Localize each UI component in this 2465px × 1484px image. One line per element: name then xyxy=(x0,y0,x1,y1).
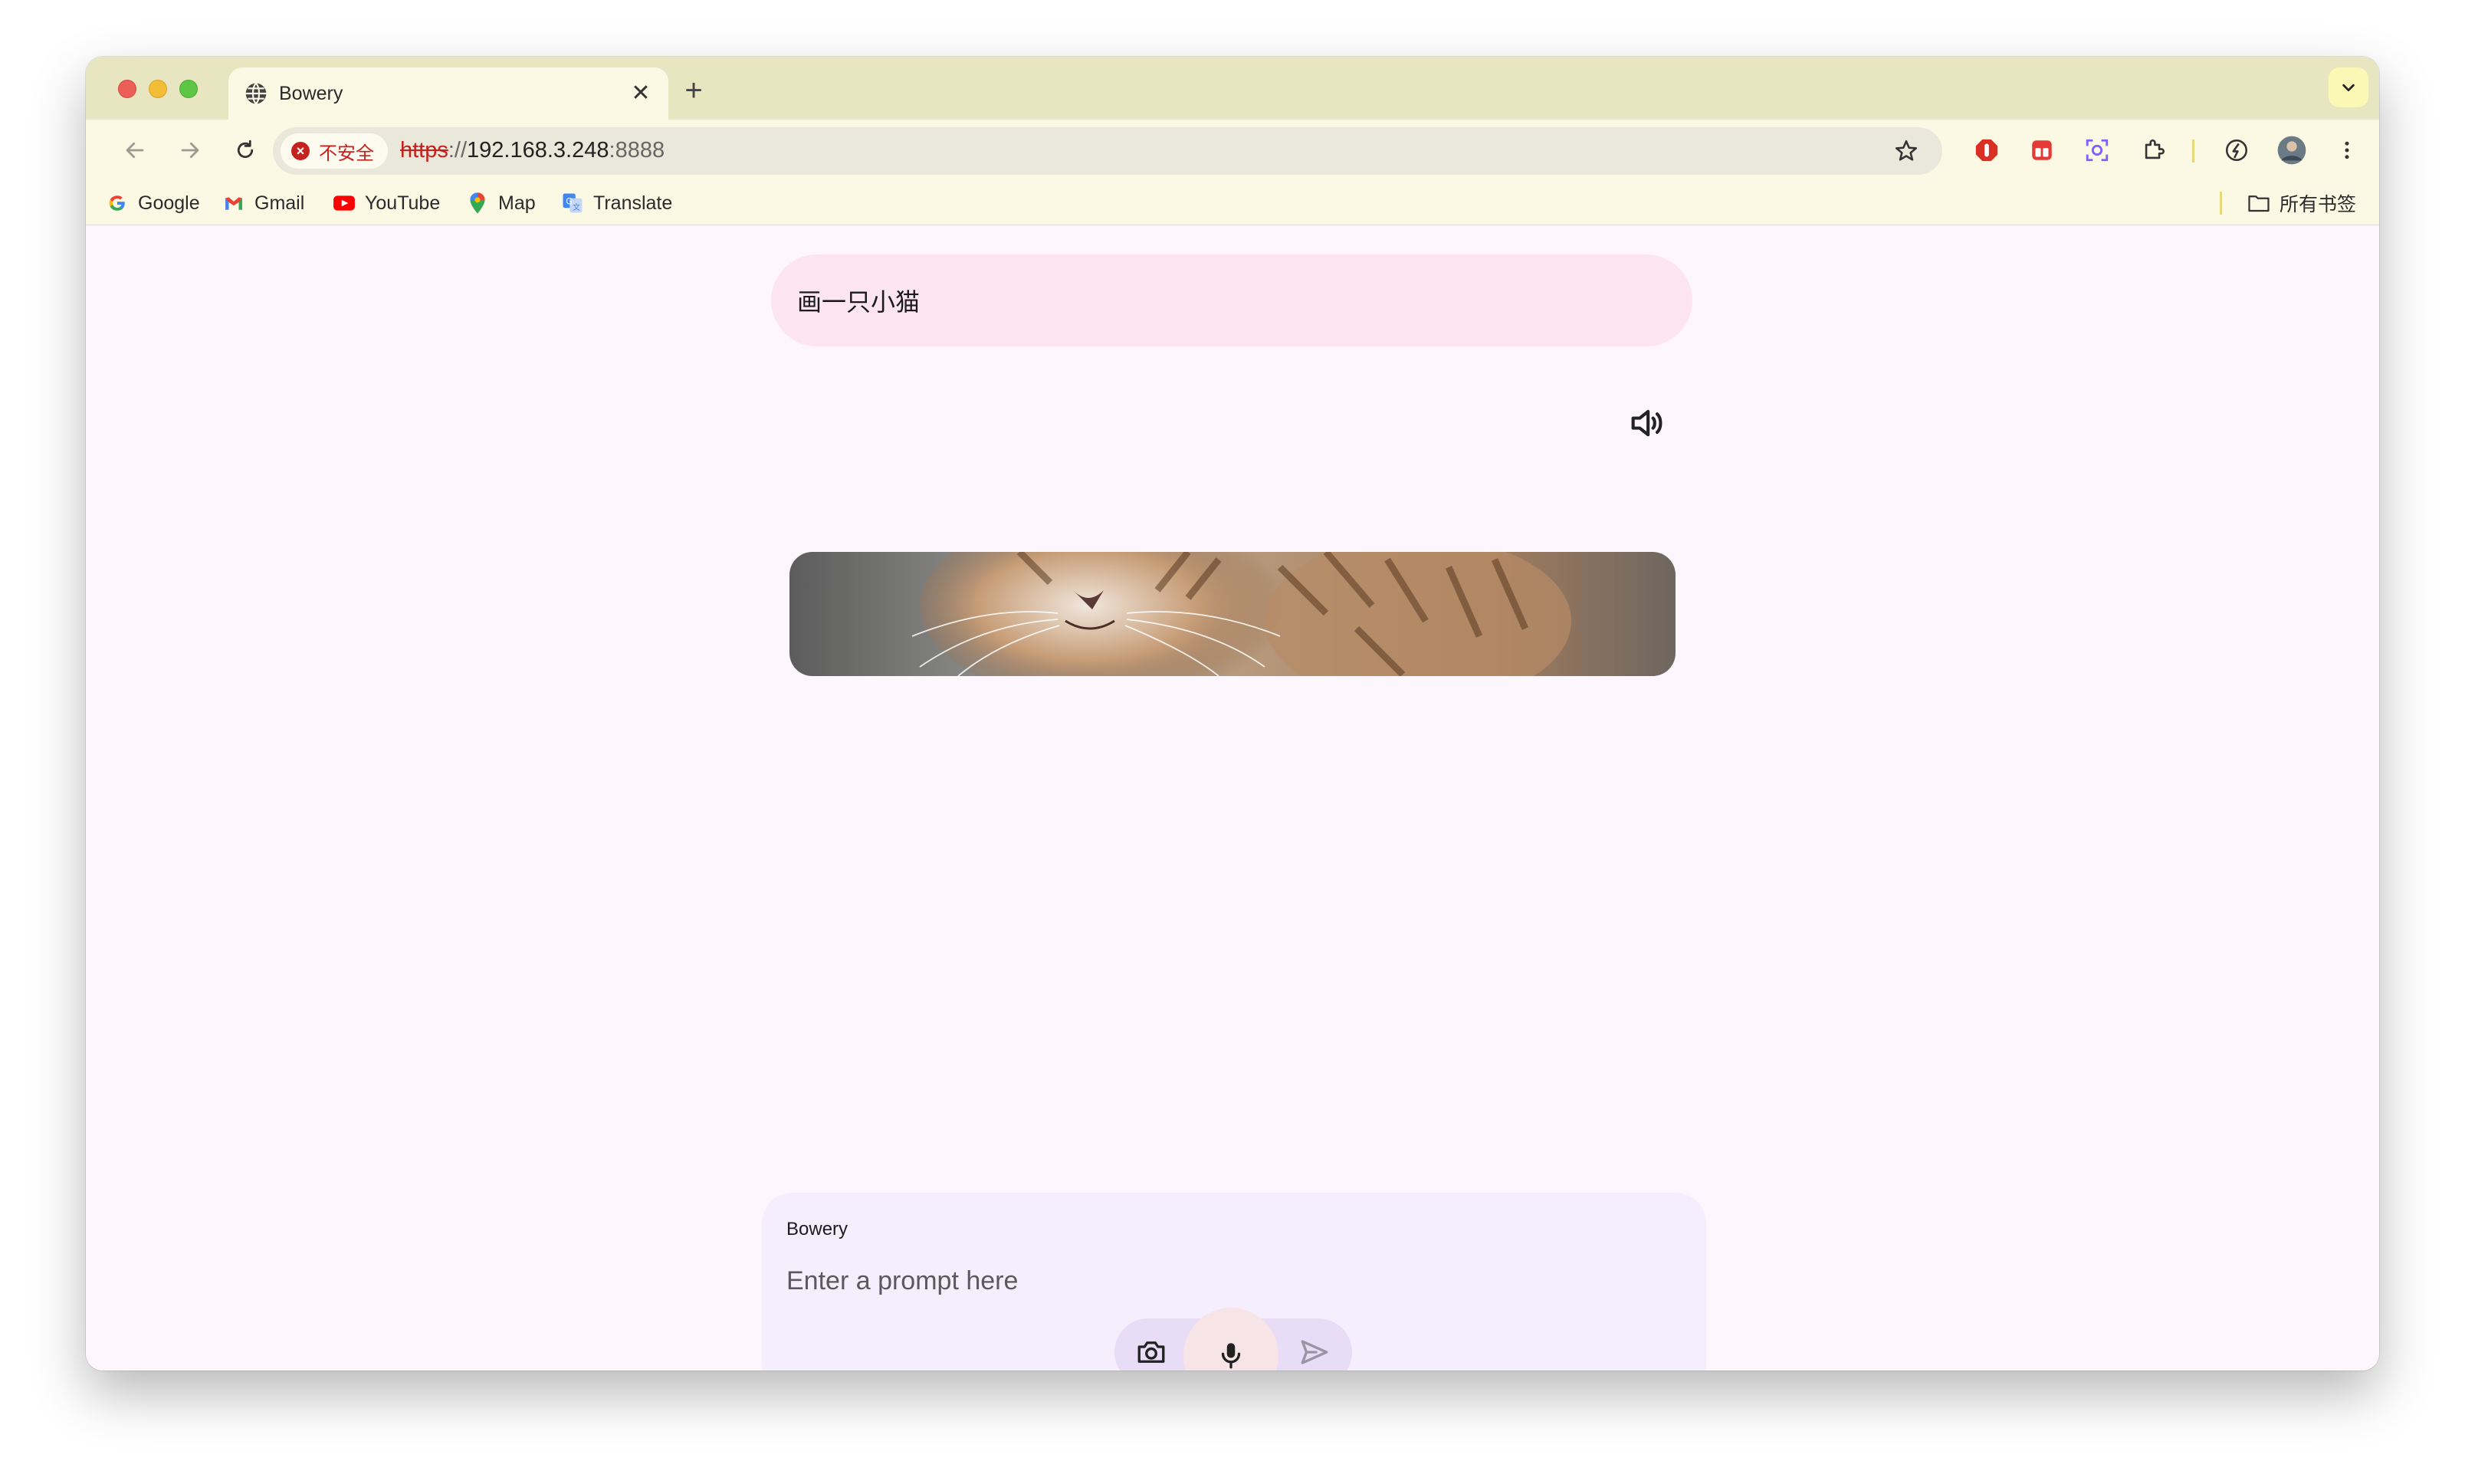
bookmark-youtube[interactable]: YouTube xyxy=(333,190,440,216)
svg-text:G: G xyxy=(566,196,573,206)
url-port: :8888 xyxy=(609,138,665,163)
url-host: 192.168.3.248 xyxy=(467,138,609,163)
map-pin-icon xyxy=(466,192,489,215)
profile-avatar[interactable] xyxy=(2276,135,2307,166)
maximize-window-button[interactable] xyxy=(179,80,198,98)
security-label: 不安全 xyxy=(319,143,374,164)
gmail-icon xyxy=(222,192,245,215)
performance-button[interactable] xyxy=(2221,135,2252,166)
translate-icon: G 文 xyxy=(561,192,584,215)
cat-image xyxy=(789,552,1676,676)
back-button[interactable] xyxy=(120,135,150,166)
folder-icon xyxy=(2247,192,2270,215)
extension-red-button[interactable] xyxy=(2027,135,2057,166)
close-tab-icon[interactable]: ✕ xyxy=(629,81,653,106)
warning-icon: × xyxy=(291,142,310,160)
adblock-extension-button[interactable] xyxy=(1971,135,2002,166)
bookmark-map[interactable]: Map xyxy=(466,190,536,216)
bookmarks-bar: Google Gmail YouTube Map G 文 Translate 所… xyxy=(86,181,2379,225)
avatar-icon xyxy=(2277,136,2306,165)
send-icon xyxy=(1301,1340,1328,1364)
bookmark-label: Gmail xyxy=(254,192,305,214)
bookmark-label: Map xyxy=(498,192,536,214)
minimize-window-button[interactable] xyxy=(149,80,167,98)
microphone-icon xyxy=(1221,1343,1241,1369)
prompt-input[interactable] xyxy=(786,1263,1676,1298)
generated-image[interactable] xyxy=(789,552,1676,676)
address-bar[interactable]: × 不安全 https://192.168.3.248:8888 xyxy=(273,127,1942,175)
all-bookmarks-button[interactable]: 所有书签 xyxy=(2247,190,2356,216)
reload-icon xyxy=(237,140,254,159)
user-message-text: 画一只小猫 xyxy=(797,288,921,316)
grid-extension-icon xyxy=(2032,140,2052,160)
tab-bowery[interactable]: Bowery ✕ xyxy=(228,67,668,120)
camera-icon xyxy=(1137,1341,1165,1363)
bookmark-star-icon[interactable] xyxy=(1893,138,1919,164)
youtube-icon xyxy=(333,192,356,215)
browser-menu-button[interactable] xyxy=(2332,135,2362,166)
model-label: Bowery xyxy=(786,1219,848,1239)
browser-window: Bowery ✕ + × 不安全 https://192.168.3.248:8… xyxy=(86,57,2379,1371)
tab-title: Bowery xyxy=(279,82,343,104)
browser-toolbar: × 不安全 https://192.168.3.248:8888 xyxy=(86,120,2379,181)
extensions-button[interactable] xyxy=(2138,135,2169,166)
prompt-composer: Bowery xyxy=(762,1193,1706,1371)
url-separator: :// xyxy=(448,138,468,163)
send-button[interactable] xyxy=(1282,1321,1347,1371)
microphone-button[interactable] xyxy=(1183,1308,1278,1371)
bookmark-translate[interactable]: G 文 Translate xyxy=(561,190,672,216)
chevron-down-icon xyxy=(2342,84,2355,92)
google-icon xyxy=(106,192,129,215)
screen-capture-icon xyxy=(2086,139,2109,162)
all-bookmarks-label: 所有书签 xyxy=(2280,194,2357,215)
prompt-actions xyxy=(1114,1308,1352,1371)
bookmark-gmail[interactable]: Gmail xyxy=(222,190,304,216)
puzzle-icon xyxy=(2145,140,2165,159)
new-tab-button[interactable]: + xyxy=(675,72,713,110)
tab-search-button[interactable] xyxy=(2329,67,2368,107)
url-scheme: https xyxy=(400,138,448,163)
bookmark-label: Google xyxy=(138,192,200,214)
tab-strip: Bowery ✕ + xyxy=(86,57,2379,120)
bookmark-google[interactable]: Google xyxy=(106,190,200,216)
security-indicator[interactable]: × 不安全 xyxy=(281,133,388,169)
speedometer-icon xyxy=(2225,139,2248,162)
forward-button[interactable] xyxy=(175,135,205,166)
globe-icon xyxy=(245,82,267,105)
screenshot-extension-button[interactable] xyxy=(2082,135,2112,166)
speaker-icon[interactable] xyxy=(1626,403,1666,443)
more-vertical-icon xyxy=(2345,141,2349,159)
chat-page: 画一只小猫 Bowery Enter a prompt here xyxy=(86,225,2379,1371)
bookmarks-divider xyxy=(2220,192,2222,215)
url-text[interactable]: https://192.168.3.248:8888 xyxy=(400,138,665,163)
bookmark-label: Translate xyxy=(593,192,673,214)
arrow-right-icon xyxy=(181,142,199,159)
close-window-button[interactable] xyxy=(118,80,136,98)
reload-button[interactable] xyxy=(230,135,261,166)
user-message-bubble: 画一只小猫 xyxy=(771,254,1692,346)
arrow-left-icon xyxy=(126,142,144,159)
svg-text:文: 文 xyxy=(573,202,580,212)
stop-hand-icon xyxy=(1975,139,1998,162)
bookmark-label: YouTube xyxy=(365,192,441,214)
toolbar-divider xyxy=(2192,140,2194,163)
camera-button[interactable] xyxy=(1121,1321,1182,1371)
